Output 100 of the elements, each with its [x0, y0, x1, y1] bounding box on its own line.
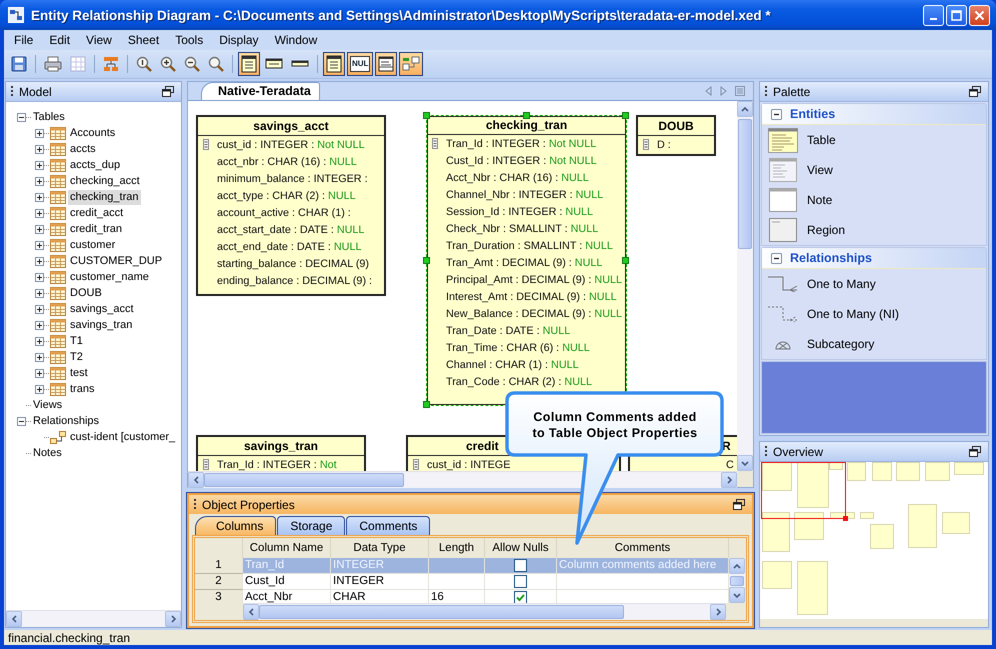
maximize-button[interactable]	[946, 4, 967, 26]
tree-item[interactable]: customer_name	[68, 270, 151, 284]
scrollbar[interactable]	[243, 603, 726, 620]
selection-handle[interactable]	[423, 401, 430, 408]
table-cell[interactable]: Cust_Id	[243, 574, 331, 590]
scroll-right-button[interactable]	[165, 611, 181, 627]
selection-handle[interactable]	[423, 112, 430, 119]
tree-item[interactable]: accts	[68, 142, 98, 156]
scroll-thumb[interactable]	[738, 119, 752, 249]
scrollbar[interactable]	[6, 610, 181, 627]
tree-item[interactable]: Accounts	[68, 126, 118, 140]
tree-item[interactable]: trans	[68, 382, 96, 396]
toolbar-button[interactable]	[375, 52, 398, 76]
tree-item[interactable]: T2	[68, 350, 85, 364]
expand-icon[interactable]	[35, 352, 44, 362]
table-cell[interactable]: Acct_Nbr	[243, 590, 331, 603]
tree-item[interactable]: savings_acct	[68, 302, 136, 316]
toolbar-button[interactable]	[399, 52, 424, 76]
scroll-right-button[interactable]	[721, 472, 737, 488]
entity-table[interactable]: savings_tran Tran_Id : INTEGER : Not	[196, 435, 366, 471]
scrollbar[interactable]	[729, 558, 745, 603]
expand-icon[interactable]	[35, 336, 44, 346]
restore-icon[interactable]	[969, 446, 981, 457]
tree-item[interactable]: Views	[31, 398, 64, 412]
scrollbar[interactable]	[188, 471, 737, 488]
palette-item[interactable]: Subcategory	[807, 337, 874, 351]
tree-item[interactable]: T1	[68, 334, 85, 348]
scroll-up-button[interactable]	[737, 101, 753, 117]
entity-table[interactable]	[196, 115, 386, 296]
scroll-left-button[interactable]	[243, 604, 259, 620]
scroll-left-button[interactable]	[6, 611, 22, 627]
expand-icon[interactable]	[35, 288, 44, 298]
table-cell[interactable]	[429, 574, 485, 590]
tree-item[interactable]: customer	[68, 238, 118, 252]
collapse-icon[interactable]	[17, 416, 26, 426]
tree-item[interactable]: Tables	[31, 110, 67, 124]
expand-icon[interactable]	[35, 176, 44, 186]
sheet-tab[interactable]: Native-Teradata	[201, 82, 320, 100]
tree-item[interactable]: credit_acct	[68, 206, 126, 220]
scroll-right-button[interactable]	[710, 604, 726, 620]
expand-icon[interactable]	[35, 256, 44, 266]
checkbox[interactable]	[514, 575, 527, 588]
selection-handle[interactable]	[622, 256, 629, 264]
restore-icon[interactable]	[162, 86, 174, 97]
expand-icon[interactable]	[35, 128, 44, 138]
palette-item[interactable]: Region	[807, 223, 846, 237]
scroll-down-button[interactable]	[737, 455, 753, 471]
selection-handle[interactable]	[423, 256, 430, 264]
tree-item[interactable]: savings_tran	[68, 318, 134, 332]
tab[interactable]: Storage	[277, 516, 346, 535]
menu-item[interactable]: Sheet	[120, 30, 168, 50]
row-header[interactable]: 1	[195, 558, 243, 574]
entity-table[interactable]: DOUB D :	[636, 115, 716, 156]
scrollbar[interactable]	[737, 101, 753, 471]
scroll-thumb[interactable]	[730, 576, 744, 586]
table-cell[interactable]	[485, 590, 557, 603]
expand-icon[interactable]	[35, 304, 44, 314]
menu-item[interactable]: Tools	[167, 30, 212, 50]
expand-icon[interactable]	[35, 384, 44, 394]
expand-icon[interactable]	[35, 144, 44, 154]
tree-item[interactable]: test	[68, 366, 90, 380]
menu-item[interactable]: Edit	[41, 30, 78, 50]
tree-item[interactable]: CUSTOMER_DUP	[68, 254, 164, 268]
tree-item[interactable]: credit_tran	[68, 222, 124, 236]
expand-icon[interactable]	[35, 208, 44, 218]
collapse-icon[interactable]	[17, 112, 26, 122]
tree-item[interactable]: Notes	[31, 446, 64, 460]
entity-table[interactable]	[426, 115, 627, 406]
minimize-button[interactable]	[923, 4, 944, 26]
scroll-up-button[interactable]	[729, 558, 745, 574]
table-cell[interactable]: INTEGER	[331, 574, 429, 590]
expand-icon[interactable]	[35, 272, 44, 282]
palette-item[interactable]: One to Many	[807, 277, 876, 291]
restore-icon[interactable]	[733, 499, 745, 510]
tree-item[interactable]: checking_acct	[68, 174, 142, 188]
expand-icon[interactable]	[35, 192, 44, 202]
scroll-left-button[interactable]	[188, 472, 204, 488]
toolbar-button[interactable]	[323, 52, 345, 76]
row-header[interactable]: 2	[195, 574, 243, 590]
expand-icon[interactable]	[35, 224, 44, 234]
tab[interactable]: Comments	[346, 516, 430, 535]
expand-icon[interactable]	[35, 240, 44, 250]
palette-item[interactable]: One to Many (NI)	[807, 307, 900, 321]
menu-item[interactable]: File	[6, 30, 42, 50]
restore-icon[interactable]	[969, 86, 981, 97]
table-cell[interactable]: CHAR	[331, 590, 429, 603]
selection-handle[interactable]	[622, 112, 629, 119]
menu-item[interactable]: View	[78, 30, 120, 50]
tab[interactable]: Columns	[195, 516, 276, 535]
toolbar-button[interactable]: NUL	[347, 52, 374, 76]
tree-item[interactable]: accts_dup	[68, 158, 122, 172]
table-cell[interactable]	[429, 558, 485, 574]
table-cell[interactable]	[485, 558, 557, 574]
table-cell[interactable]: 16	[429, 590, 485, 603]
collapse-icon[interactable]	[771, 252, 782, 264]
collapse-icon[interactable]	[771, 108, 782, 120]
expand-icon[interactable]	[35, 368, 44, 378]
tree-item[interactable]: cust-ident [customer_	[68, 430, 178, 444]
tree-item[interactable]: Relationships	[31, 414, 102, 428]
selection-handle[interactable]	[522, 112, 530, 119]
